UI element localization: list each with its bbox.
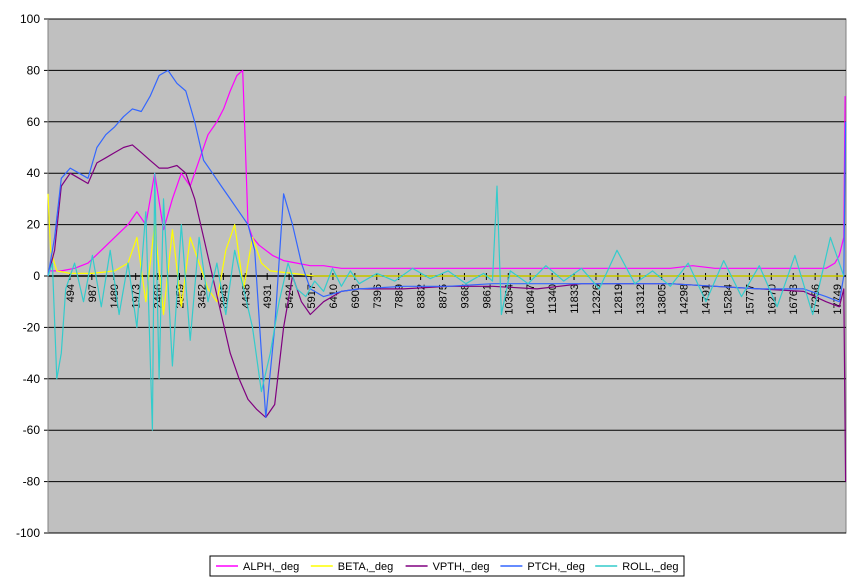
x-tick-label: 8875 bbox=[438, 284, 450, 308]
y-tick-label: -60 bbox=[23, 423, 41, 437]
legend-label: PTCH,_deg bbox=[527, 561, 584, 573]
y-tick-label: 40 bbox=[27, 166, 41, 180]
legend-label: ROLL,_deg bbox=[622, 561, 678, 573]
y-tick-label: 80 bbox=[27, 63, 41, 77]
x-tick-label: 7889 bbox=[394, 284, 406, 308]
x-tick-label: 9368 bbox=[459, 284, 471, 308]
y-tick-label: -40 bbox=[23, 372, 41, 386]
x-tick-label: 4438 bbox=[240, 284, 252, 308]
y-tick-label: -20 bbox=[23, 320, 41, 334]
x-tick-label: 11340 bbox=[547, 284, 559, 314]
line-chart: 100806040200-20-40-60-80-100494 987 1480 19… bbox=[0, 0, 857, 583]
x-tick-label: 13805 bbox=[657, 284, 669, 315]
chart-container: 100 80 60 40 20 0 -20 -40 -60 -80 -100 494 987 1480 19… bbox=[0, 0, 857, 583]
x-tick-label: 12326 bbox=[591, 284, 603, 315]
x-tick-label: 12819 bbox=[613, 284, 625, 315]
y-tick-label: 0 bbox=[33, 269, 40, 283]
y-tick-label: 20 bbox=[27, 218, 41, 232]
y-tick-label: 60 bbox=[27, 115, 41, 129]
x-tick-label: 13312 bbox=[635, 284, 647, 315]
x-tick-label: 11833 bbox=[569, 284, 581, 314]
x-tick-label: 1480 bbox=[109, 284, 121, 308]
y-tick-label: -100 bbox=[16, 526, 40, 540]
x-tick-label: 9861 bbox=[481, 284, 493, 308]
x-tick-label: 4931 bbox=[262, 284, 274, 308]
legend-label: VPTH,_deg bbox=[433, 561, 490, 573]
legend-label: ALPH,_deg bbox=[243, 561, 299, 573]
x-tick-label: 5917 bbox=[306, 284, 318, 308]
legend-label: BETA,_deg bbox=[338, 561, 393, 573]
x-tick-label: 987 bbox=[87, 284, 99, 302]
y-tick-label: 100 bbox=[20, 12, 40, 26]
y-tick-label: -80 bbox=[23, 475, 41, 489]
x-tick-label: 6903 bbox=[350, 284, 362, 308]
legend: ALPH,_deg BETA,_deg VPTH,_deg PTCH,_deg ROLL… bbox=[209, 555, 685, 577]
x-tick-label: 14298 bbox=[679, 284, 691, 315]
x-tick-label: 15284 bbox=[722, 284, 734, 315]
